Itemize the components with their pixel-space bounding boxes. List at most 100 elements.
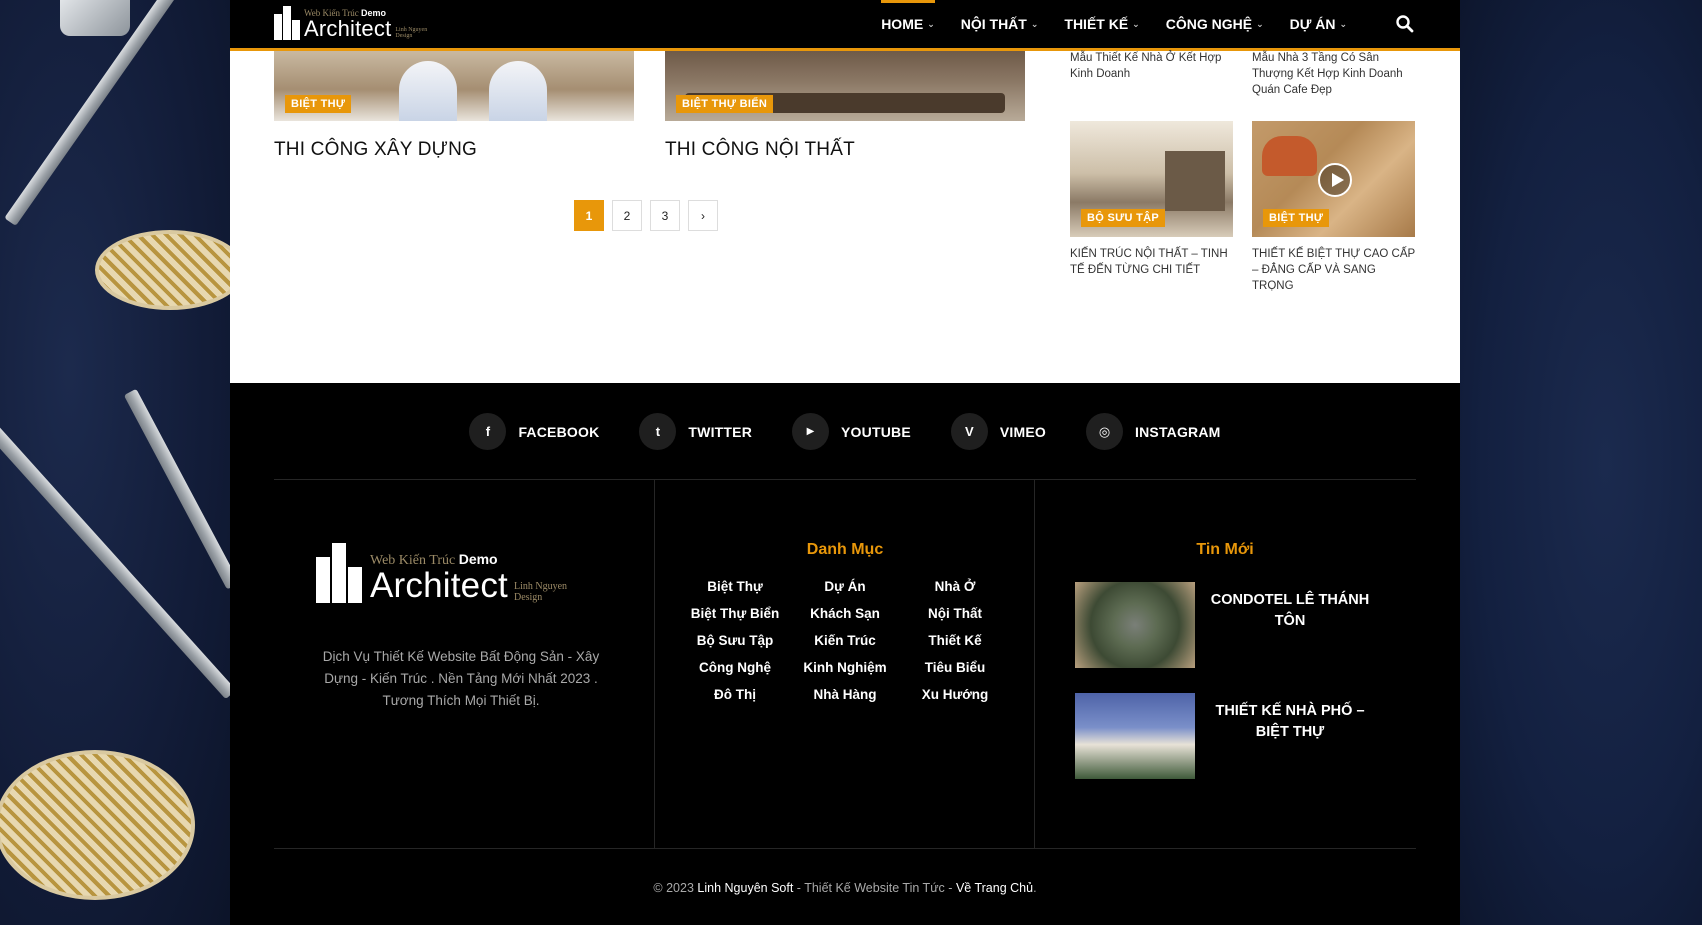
- news-title[interactable]: CONDOTEL LÊ THÁNH TÔN: [1205, 590, 1375, 632]
- post-card[interactable]: BIỆT THỰ THI CÔNG XÂY DỰNG: [274, 51, 634, 161]
- desk-background-right: [1460, 0, 1702, 925]
- social-vimeo[interactable]: V VIMEO: [950, 413, 1046, 450]
- sidebar-post-title[interactable]: Mẫu Thiết Kế Nhà Ở Kết Hợp Kinh Doanh: [1070, 50, 1235, 82]
- desk-background-left: [0, 0, 230, 925]
- copyright-suffix: .: [1033, 881, 1037, 895]
- category-link[interactable]: Tiêu Biểu: [900, 660, 1010, 676]
- social-links: f FACEBOOK t TWITTER ▶ YOUTUBE V VIMEO ◎…: [230, 413, 1460, 450]
- instagram-icon: ◎: [1086, 413, 1123, 450]
- nav-label: NỘI THẤT: [960, 16, 1027, 32]
- footer-logo[interactable]: Web Kiến Trúc Demo Architect Linh Nguyen…: [316, 543, 567, 603]
- category-link[interactable]: Khách Sạn: [790, 606, 900, 622]
- nav-label: DỰ ÁN: [1289, 16, 1336, 32]
- nav-cong-nghe[interactable]: CÔNG NGHỆ ⌄: [1153, 0, 1277, 48]
- facebook-icon: f: [469, 413, 507, 450]
- nav-home[interactable]: HOME ⌄: [868, 0, 948, 48]
- column-divider: [1034, 479, 1035, 849]
- search-icon[interactable]: [1395, 14, 1415, 34]
- post-image[interactable]: BIỆT THỰ: [274, 51, 634, 121]
- sidebar-post-image[interactable]: BIỆT THỰ: [1252, 121, 1415, 237]
- category-list: Biệt Thự Dự Án Nhà Ở Biệt Thự Biển Khách…: [680, 579, 1010, 703]
- category-link[interactable]: Nội Thất: [900, 606, 1010, 622]
- category-link[interactable]: Kiến Trúc: [790, 633, 900, 649]
- chevron-down-icon: ⌄: [1132, 18, 1140, 29]
- nav-thiet-ke[interactable]: THIẾT KẾ ⌄: [1051, 0, 1152, 48]
- category-link[interactable]: Nhà Ở: [900, 579, 1010, 595]
- sidebar-post-title[interactable]: Mẫu Nhà 3 Tầng Có Sân Thượng Kết Hợp Kin…: [1252, 50, 1417, 98]
- play-video-icon[interactable]: [1318, 163, 1352, 197]
- category-badge[interactable]: BIỆT THỰ BIỂN: [676, 95, 774, 113]
- social-twitter[interactable]: t TWITTER: [639, 413, 752, 450]
- footer-description: Dịch Vụ Thiết Kế Website Bất Động Sản - …: [322, 649, 600, 708]
- category-link[interactable]: Biệt Thự Biển: [680, 606, 790, 622]
- post-title[interactable]: THI CÔNG XÂY DỰNG: [274, 139, 634, 161]
- worker-figure: [489, 61, 547, 121]
- worker-figure: [399, 61, 457, 121]
- social-youtube[interactable]: ▶ YOUTUBE: [792, 413, 911, 450]
- sidebar-post-title[interactable]: KIẾN TRÚC NỘI THẤT – TINH TẾ ĐẾN TỪNG CH…: [1070, 246, 1235, 278]
- news-thumbnail[interactable]: [1075, 582, 1195, 668]
- logo-subtitle: Linh Nguyen Design: [395, 26, 428, 40]
- category-link[interactable]: Biệt Thự: [680, 579, 790, 595]
- page-button-2[interactable]: 2: [612, 200, 642, 231]
- copyright-brand-link[interactable]: Linh Nguyên Soft: [697, 881, 793, 895]
- site-logo[interactable]: Web Kiến Trúc Demo Architect Linh Nguyen…: [274, 6, 427, 40]
- site-header: Web Kiến Trúc Demo Architect Linh Nguyen…: [230, 0, 1460, 51]
- pencil-image: [0, 422, 230, 700]
- category-link[interactable]: Nhà Hàng: [790, 687, 900, 703]
- social-label: FACEBOOK: [518, 423, 600, 440]
- category-link[interactable]: Công Nghệ: [680, 660, 790, 676]
- category-link[interactable]: Kinh Nghiệm: [790, 660, 900, 676]
- binder-clip-image: [60, 0, 130, 36]
- home-link[interactable]: Về Trang Chủ: [956, 881, 1033, 895]
- category-link[interactable]: Xu Hướng: [900, 687, 1010, 703]
- news-thumbnail[interactable]: [1075, 693, 1195, 779]
- sidebar-post-title[interactable]: THIẾT KẾ BIỆT THỰ CAO CẤP – ĐẲNG CẤP VÀ …: [1252, 246, 1417, 294]
- category-link[interactable]: Dự Án: [790, 579, 900, 595]
- building-logo-icon: [274, 6, 300, 40]
- nav-label: THIẾT KẾ: [1064, 16, 1129, 32]
- nav-noi-that[interactable]: NỘI THẤT ⌄: [948, 0, 1052, 48]
- main-nav: HOME ⌄ NỘI THẤT ⌄ THIẾT KẾ ⌄ CÔNG NGHỆ ⌄ DỰ …: [868, 0, 1360, 48]
- category-badge[interactable]: BIỆT THỰ: [285, 95, 352, 113]
- post-card[interactable]: BIỆT THỰ BIỂN THI CÔNG NỘI THẤT: [665, 51, 1025, 161]
- washi-tape-image: [0, 750, 195, 900]
- social-label: VIMEO: [999, 423, 1046, 440]
- page-button-3[interactable]: 3: [650, 200, 680, 231]
- kitchen-shape: [1165, 151, 1225, 211]
- category-link[interactable]: Đô Thị: [680, 687, 790, 703]
- sidebar-post-image[interactable]: BỘ SƯU TẬP: [1070, 121, 1233, 237]
- social-instagram[interactable]: ◎ INSTAGRAM: [1086, 413, 1221, 450]
- social-label: INSTAGRAM: [1135, 423, 1221, 440]
- washi-tape-image: [95, 230, 230, 310]
- nav-du-an[interactable]: DỰ ÁN ⌄: [1277, 0, 1360, 48]
- footer-divider: [274, 479, 1416, 480]
- next-page-button[interactable]: ›: [688, 200, 718, 231]
- site-container: Web Kiến Trúc Demo Architect Linh Nguyen…: [230, 0, 1460, 925]
- category-badge[interactable]: BỘ SƯU TẬP: [1081, 209, 1166, 227]
- logo-text: Web Kiến Trúc Demo Architect Linh Nguyen…: [370, 552, 567, 603]
- news-title[interactable]: THIẾT KẾ NHÀ PHỐ – BIỆT THỰ: [1205, 701, 1375, 743]
- chevron-down-icon: ⌄: [1256, 18, 1264, 29]
- category-badge[interactable]: BIỆT THỰ: [1263, 209, 1330, 227]
- post-title[interactable]: THI CÔNG NỘI THẤT: [665, 139, 1025, 161]
- logo-title: Architect: [370, 566, 508, 605]
- copyright-year: © 2023: [653, 881, 694, 895]
- pencil-image: [123, 388, 230, 590]
- news-item[interactable]: CONDOTEL LÊ THÁNH TÔN: [1075, 582, 1375, 668]
- post-image[interactable]: BIỆT THỰ BIỂN: [665, 51, 1025, 121]
- social-facebook[interactable]: f FACEBOOK: [469, 413, 599, 450]
- category-link[interactable]: Thiết Kế: [900, 633, 1010, 649]
- social-label: TWITTER: [688, 423, 753, 440]
- site-footer: f FACEBOOK t TWITTER ▶ YOUTUBE V VIMEO ◎…: [230, 383, 1460, 925]
- pagination: 1 2 3 ›: [574, 200, 718, 231]
- page-button-1[interactable]: 1: [574, 200, 604, 231]
- chevron-down-icon: ⌄: [927, 18, 935, 29]
- copyright-bar: © 2023 Linh Nguyên Soft - Thiết Kế Websi…: [230, 881, 1460, 895]
- news-item[interactable]: THIẾT KẾ NHÀ PHỐ – BIỆT THỰ: [1075, 693, 1375, 779]
- logo-subtitle: Linh Nguyen Design: [513, 581, 568, 603]
- chevron-down-icon: ⌄: [1339, 18, 1347, 29]
- logo-title: Architect: [304, 16, 392, 41]
- logo-demo-text: Demo: [458, 551, 498, 567]
- category-link[interactable]: Bộ Sưu Tập: [680, 633, 790, 649]
